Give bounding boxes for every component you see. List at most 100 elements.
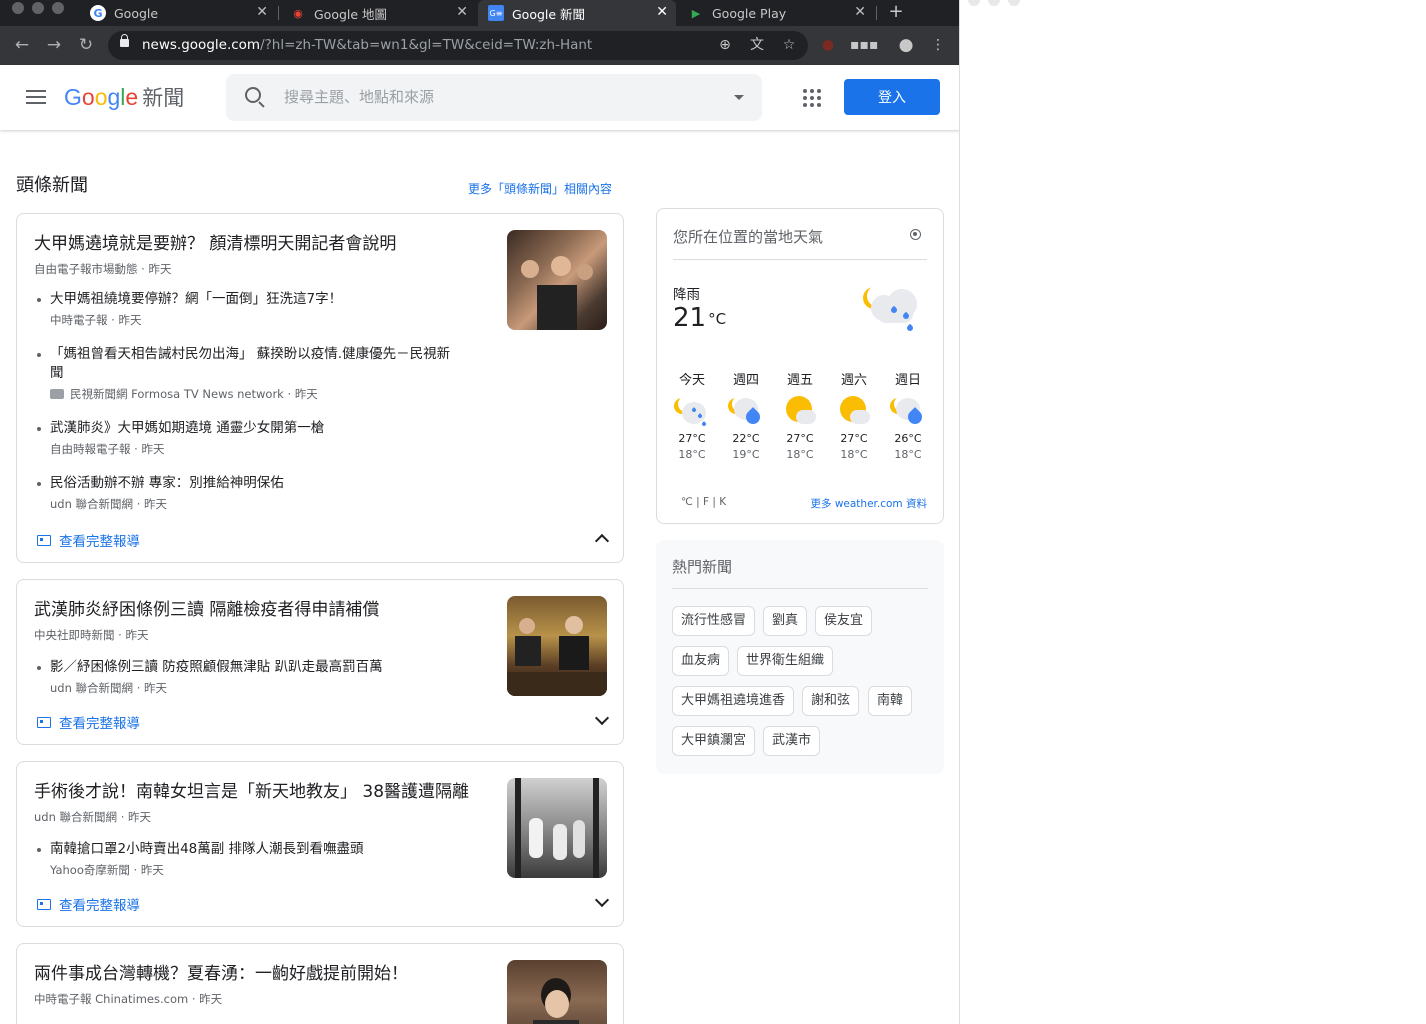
- story-source[interactable]: udn 聯合新聞網: [34, 810, 117, 824]
- story-source[interactable]: 中央社即時新聞: [34, 628, 115, 642]
- chevron-down-icon[interactable]: [734, 95, 744, 100]
- story-source[interactable]: 中時電子報 Chinatimes.com: [34, 992, 188, 1006]
- star-icon[interactable]: ☆: [780, 36, 798, 54]
- story-thumbnail[interactable]: [507, 778, 607, 878]
- window-zoom-dot[interactable]: [52, 2, 64, 14]
- weather-title: 您所在位置的當地天氣: [673, 228, 824, 246]
- divider: [672, 588, 928, 589]
- tab-google-maps[interactable]: ◉ Google 地圖 ✕: [280, 0, 476, 26]
- extension-icon[interactable]: ●: [818, 35, 838, 55]
- translate-icon[interactable]: 文: [748, 36, 766, 54]
- related-title[interactable]: 民俗活動辦不辦 專家：別推給神明保佑: [50, 474, 460, 493]
- search-input[interactable]: [284, 86, 704, 108]
- story-card: 大甲媽遶境就是要辦？ 顏清標明天開記者會說明 自由電子報市場動態 · 昨天 大甲…: [16, 213, 624, 563]
- full-coverage-link[interactable]: 查看完整報導: [37, 712, 140, 732]
- apps-grid-icon[interactable]: [803, 89, 821, 107]
- related-time: 昨天: [144, 681, 168, 695]
- trending-chip[interactable]: 流行性感冒: [672, 606, 756, 636]
- back-arrow-icon[interactable]: ←: [11, 34, 33, 56]
- trending-chip[interactable]: 謝和弦: [802, 686, 860, 716]
- close-icon[interactable]: ✕: [456, 4, 468, 20]
- tab-google-news[interactable]: G≡ Google 新聞 ✕: [478, 0, 676, 26]
- current-temp: 21 °C: [673, 303, 726, 333]
- forecast-day: 週四 22°C 19°C: [719, 369, 773, 461]
- related-source[interactable]: 中時電子報: [50, 313, 108, 327]
- close-icon[interactable]: ✕: [656, 4, 668, 20]
- play-store-icon: ▶: [691, 6, 701, 20]
- more-weather-link[interactable]: 更多 weather.com 資料: [810, 496, 927, 511]
- reload-icon[interactable]: ↻: [75, 34, 97, 56]
- trending-chip[interactable]: 世界衛生組織: [737, 646, 834, 676]
- related-source[interactable]: 民視新聞網 Formosa TV News network: [70, 387, 284, 401]
- google-news-logo[interactable]: Google 新聞: [64, 82, 184, 112]
- temp-unit-toggle[interactable]: ℃ | F | K: [681, 496, 726, 508]
- story-thumbnail[interactable]: [507, 596, 607, 696]
- my-location-icon[interactable]: [910, 229, 921, 240]
- trending-chip[interactable]: 劉真: [763, 606, 808, 636]
- related-article: 民俗活動辦不辦 專家：別推給神明保佑 udn 聯合新聞網 · 昨天: [37, 474, 460, 512]
- extension-menu-icon[interactable]: ▪▪▪: [850, 35, 878, 55]
- trending-chip[interactable]: 血友病: [672, 646, 730, 676]
- story-thumbnail[interactable]: [507, 230, 607, 330]
- related-title[interactable]: 影／紓困條例三讀 防疫照顧假無津貼 趴趴走最高罰百萬: [50, 658, 460, 677]
- window-minimize-dot[interactable]: [32, 2, 44, 14]
- related-source[interactable]: 自由時報電子報: [50, 442, 131, 456]
- new-tab-button[interactable]: +: [886, 0, 906, 26]
- more-headlines-link[interactable]: 更多「頭條新聞」相關內容: [468, 180, 612, 197]
- signin-button[interactable]: 登入: [844, 79, 940, 115]
- story-headline[interactable]: 大甲媽遶境就是要辦？ 顏清標明天開記者會說明: [34, 232, 494, 256]
- full-coverage-link[interactable]: 查看完整報導: [37, 530, 140, 550]
- more-vert-icon[interactable]: ⋮: [928, 35, 948, 55]
- search-icon[interactable]: [245, 87, 261, 103]
- trending-chip[interactable]: 大甲媽祖遶境進香: [672, 686, 795, 716]
- browser-toolbar: ← → ↻ news.google.com/?hl=zh-TW&tab=wn1&…: [0, 26, 959, 65]
- related-source[interactable]: Yahoo奇摩新聞: [50, 863, 130, 877]
- trending-chip[interactable]: 武漢市: [763, 726, 821, 756]
- full-coverage-link[interactable]: 查看完整報導: [37, 894, 140, 914]
- full-coverage-icon: [37, 898, 51, 910]
- moon-cloud-rain-icon: [857, 279, 921, 339]
- related-title[interactable]: 南韓搶口罩2小時賣出48萬副 排隊人潮長到看嘸盡頭: [50, 840, 460, 859]
- related-title[interactable]: 「媽祖曾看天相告誡村民勿出海」 蘇揆盼以疫情.健康優先－民視新聞: [50, 345, 460, 383]
- related-source[interactable]: udn 聯合新聞網: [50, 497, 133, 511]
- related-title[interactable]: 大甲媽祖繞境要停辦？網「一面倒」狂洗這7字！: [50, 290, 460, 309]
- related-time: 昨天: [118, 313, 142, 327]
- hamburger-menu-icon[interactable]: [24, 87, 48, 107]
- tab-google[interactable]: G Google ✕: [80, 0, 276, 26]
- story-headline[interactable]: 兩件事成台灣轉機？夏春湧：一齣好戲提前開始！: [34, 962, 494, 986]
- trending-title: 熱門新聞: [672, 558, 733, 576]
- trending-panel: 熱門新聞 流行性感冒 劉真 侯友宜 血友病 世界衛生組織 大甲媽祖遶境進香 謝和…: [656, 540, 944, 774]
- related-title[interactable]: 武漢肺炎》大甲媽如期遶境 通靈少女開第一槍: [50, 419, 460, 438]
- profile-avatar-icon[interactable]: ●: [896, 35, 916, 55]
- related-meta: udn 聯合新聞網 · 昨天: [50, 681, 168, 695]
- add-icon[interactable]: ⊕: [716, 36, 734, 54]
- forecast-day: 週日 26°C 18°C: [881, 369, 935, 461]
- forecast-day: 週五 27°C 18°C: [773, 369, 827, 461]
- chevron-down-icon[interactable]: [594, 710, 610, 726]
- day-high: 27°C: [840, 432, 868, 445]
- story-time: 昨天: [128, 810, 152, 824]
- story-headline[interactable]: 手術後才說！南韓女坦言是「新天地教友」 38醫護遭隔離: [34, 780, 494, 804]
- trending-chip[interactable]: 侯友宜: [815, 606, 873, 636]
- tab-label: Google 新聞: [512, 6, 586, 22]
- trending-chip[interactable]: 大甲鎮瀾宮: [672, 726, 756, 756]
- related-source[interactable]: udn 聯合新聞網: [50, 681, 133, 695]
- chevron-down-icon[interactable]: [594, 892, 610, 908]
- forward-arrow-icon[interactable]: →: [43, 34, 65, 56]
- related-article: 南韓搶口罩2小時賣出48萬副 排隊人潮長到看嘸盡頭 Yahoo奇摩新聞 · 昨天: [37, 840, 460, 878]
- story-time: 昨天: [199, 992, 223, 1006]
- map-pin-icon: ◉: [293, 6, 303, 20]
- story-source[interactable]: 自由電子報市場動態: [34, 262, 138, 276]
- day-high: 22°C: [732, 432, 760, 445]
- address-bar[interactable]: news.google.com/?hl=zh-TW&tab=wn1&gl=TW&…: [108, 31, 808, 60]
- story-headline[interactable]: 武漢肺炎紓困條例三讀 隔離檢疫者得申請補償: [34, 598, 494, 622]
- close-icon[interactable]: ✕: [256, 4, 268, 20]
- trending-chip[interactable]: 南韓: [868, 686, 913, 716]
- url-host: news.google.com: [142, 37, 261, 53]
- tab-google-play[interactable]: ▶ Google Play ✕: [678, 0, 874, 26]
- lock-icon: [120, 34, 129, 47]
- story-thumbnail[interactable]: [507, 960, 607, 1024]
- chevron-up-icon[interactable]: [594, 533, 610, 549]
- close-icon[interactable]: ✕: [854, 4, 866, 20]
- window-close-dot[interactable]: [12, 2, 24, 14]
